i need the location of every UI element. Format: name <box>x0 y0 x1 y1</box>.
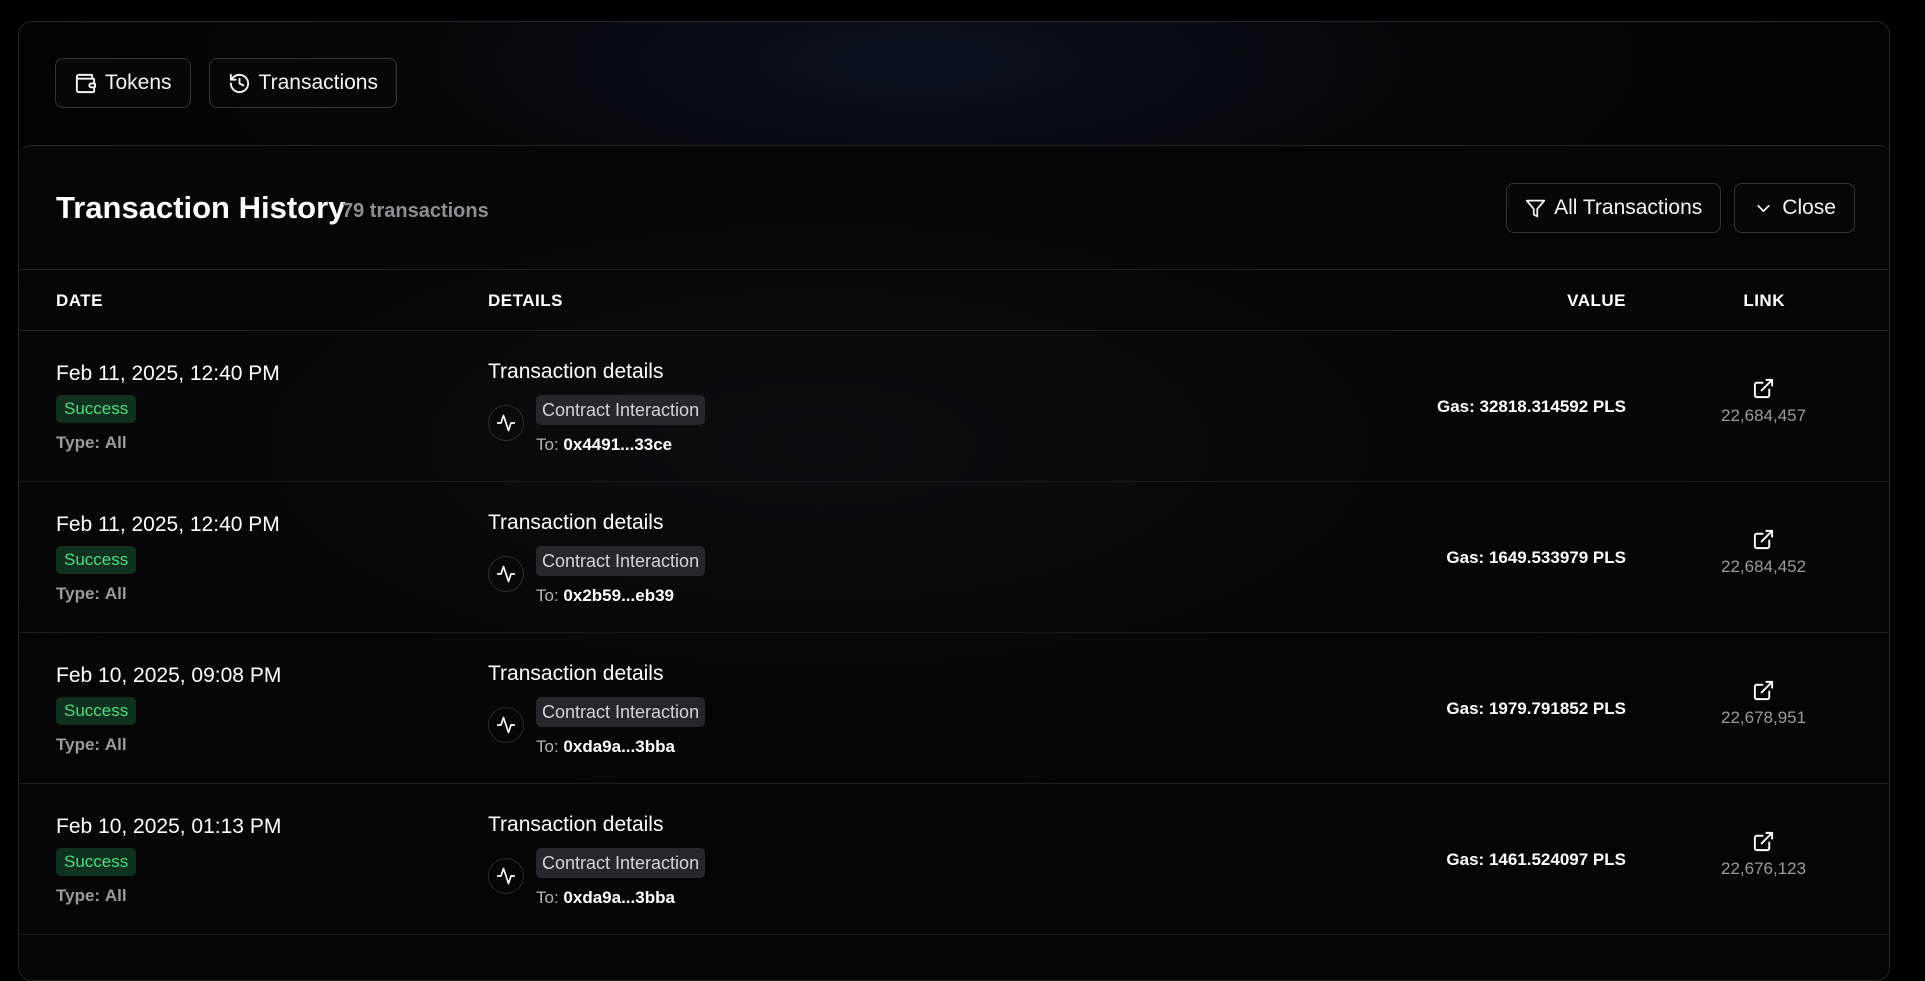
transaction-count: 79 transactions <box>342 200 489 222</box>
row-to-address: 0x2b59...eb39 <box>563 586 674 605</box>
row-type: Type: All <box>56 584 127 604</box>
contract-interaction-tag: Contract Interaction <box>536 546 706 576</box>
row-date: Feb 10, 2025, 01:13 PM <box>56 815 282 838</box>
row-to: To: 0xda9a...3bba <box>536 888 675 908</box>
row-explorer-link[interactable]: 22,676,123 <box>1721 830 1807 879</box>
tab-transactions-label: Transactions <box>258 71 378 94</box>
history-icon <box>229 73 249 93</box>
row-type: Type: All <box>56 735 127 755</box>
row-to-label: To: <box>536 888 559 907</box>
row-details-title: Transaction details <box>488 813 664 836</box>
row-type-label: Type: <box>56 433 101 452</box>
row-block-number: 22,684,452 <box>1721 557 1807 576</box>
row-type-value: All <box>104 735 127 754</box>
tab-tokens[interactable]: Tokens <box>55 58 191 108</box>
row-explorer-link[interactable]: 22,678,951 <box>1721 679 1807 728</box>
tab-transactions[interactable]: Transactions <box>208 58 397 108</box>
row-to-address: 0xda9a...3bba <box>563 888 675 907</box>
table-row: Feb 10, 2025, 01:13 PM Success Type: All… <box>19 784 1889 935</box>
row-type-label: Type: <box>56 584 101 603</box>
row-to: To: 0x4491...33ce <box>536 435 672 455</box>
row-type-value: All <box>104 886 127 905</box>
wallet-icon <box>75 73 97 93</box>
column-header-link: LINK <box>1743 291 1785 310</box>
contract-interaction-tag: Contract Interaction <box>536 848 706 878</box>
chevron-down-icon <box>1757 204 1770 212</box>
row-to-label: To: <box>536 586 559 605</box>
row-type-label: Type: <box>56 735 101 754</box>
activity-icon <box>488 556 524 592</box>
close-button[interactable]: Close <box>1734 183 1855 233</box>
row-gas: Gas: 1979.791852 PLS <box>1446 699 1626 718</box>
status-badge: Success <box>56 848 137 876</box>
view-tabs: Tokens Transactions <box>55 58 397 108</box>
row-explorer-link[interactable]: 22,684,452 <box>1721 528 1807 577</box>
row-to-address: 0x4491...33ce <box>563 435 673 454</box>
row-details-title: Transaction details <box>488 662 664 685</box>
row-type: Type: All <box>56 433 127 453</box>
row-to-label: To: <box>536 737 559 756</box>
row-block-number: 22,678,951 <box>1721 708 1807 727</box>
status-badge: Success <box>56 395 137 423</box>
row-details-title: Transaction details <box>488 511 664 534</box>
column-header-value: VALUE <box>1567 291 1626 310</box>
status-badge: Success <box>56 697 137 725</box>
external-link-icon[interactable] <box>1752 830 1775 853</box>
contract-interaction-tag: Contract Interaction <box>536 395 706 425</box>
row-gas: Gas: 1649.533979 PLS <box>1446 548 1626 567</box>
row-date: Feb 11, 2025, 12:40 PM <box>56 362 280 385</box>
activity-icon <box>488 858 524 894</box>
row-gas: Gas: 1461.524097 PLS <box>1446 850 1626 869</box>
row-type-label: Type: <box>56 886 101 905</box>
tab-tokens-label: Tokens <box>105 71 172 94</box>
page-title: Transaction History <box>56 190 346 225</box>
row-to-label: To: <box>536 435 559 454</box>
external-link-icon[interactable] <box>1752 679 1775 702</box>
row-details-title: Transaction details <box>488 360 664 383</box>
status-badge: Success <box>56 546 137 574</box>
row-date: Feb 10, 2025, 09:08 PM <box>56 664 282 687</box>
row-type: Type: All <box>56 886 127 906</box>
row-gas: Gas: 32818.314592 PLS <box>1436 397 1626 416</box>
row-to: To: 0xda9a...3bba <box>536 737 675 757</box>
table-row: Feb 11, 2025, 12:40 PM Success Type: All… <box>19 331 1889 482</box>
table-row: Feb 10, 2025, 09:08 PM Success Type: All… <box>19 633 1889 784</box>
filter-button-label: All Transactions <box>1554 196 1703 219</box>
row-to: To: 0x2b59...eb39 <box>536 586 674 606</box>
row-block-number: 22,676,123 <box>1721 859 1807 878</box>
external-link-icon[interactable] <box>1752 377 1775 400</box>
activity-icon <box>488 707 524 743</box>
header-actions: All Transactions Close <box>1506 183 1855 233</box>
row-type-value: All <box>104 433 127 452</box>
table-header: DATE DETAILS VALUE LINK <box>19 270 1889 331</box>
table-row: Feb 11, 2025, 12:40 PM Success Type: All… <box>19 482 1889 633</box>
row-to-address: 0xda9a...3bba <box>563 737 675 756</box>
column-header-date: DATE <box>56 291 104 310</box>
panel-header: Transaction History 79 transactions All … <box>19 146 1889 270</box>
filter-icon <box>1525 199 1546 217</box>
wallet-card: Tokens Transactions Transaction History … <box>18 21 1890 981</box>
external-link-icon[interactable] <box>1752 528 1775 551</box>
transaction-history-panel: Transaction History 79 transactions All … <box>19 145 1889 980</box>
row-date: Feb 11, 2025, 12:40 PM <box>56 513 280 536</box>
filter-button[interactable]: All Transactions <box>1506 183 1722 233</box>
column-header-details: DETAILS <box>488 291 563 310</box>
contract-interaction-tag: Contract Interaction <box>536 697 706 727</box>
row-explorer-link[interactable]: 22,684,457 <box>1721 377 1807 426</box>
activity-icon <box>488 405 524 441</box>
row-type-value: All <box>104 584 127 603</box>
close-button-label: Close <box>1782 196 1836 219</box>
row-block-number: 22,684,457 <box>1721 406 1807 425</box>
